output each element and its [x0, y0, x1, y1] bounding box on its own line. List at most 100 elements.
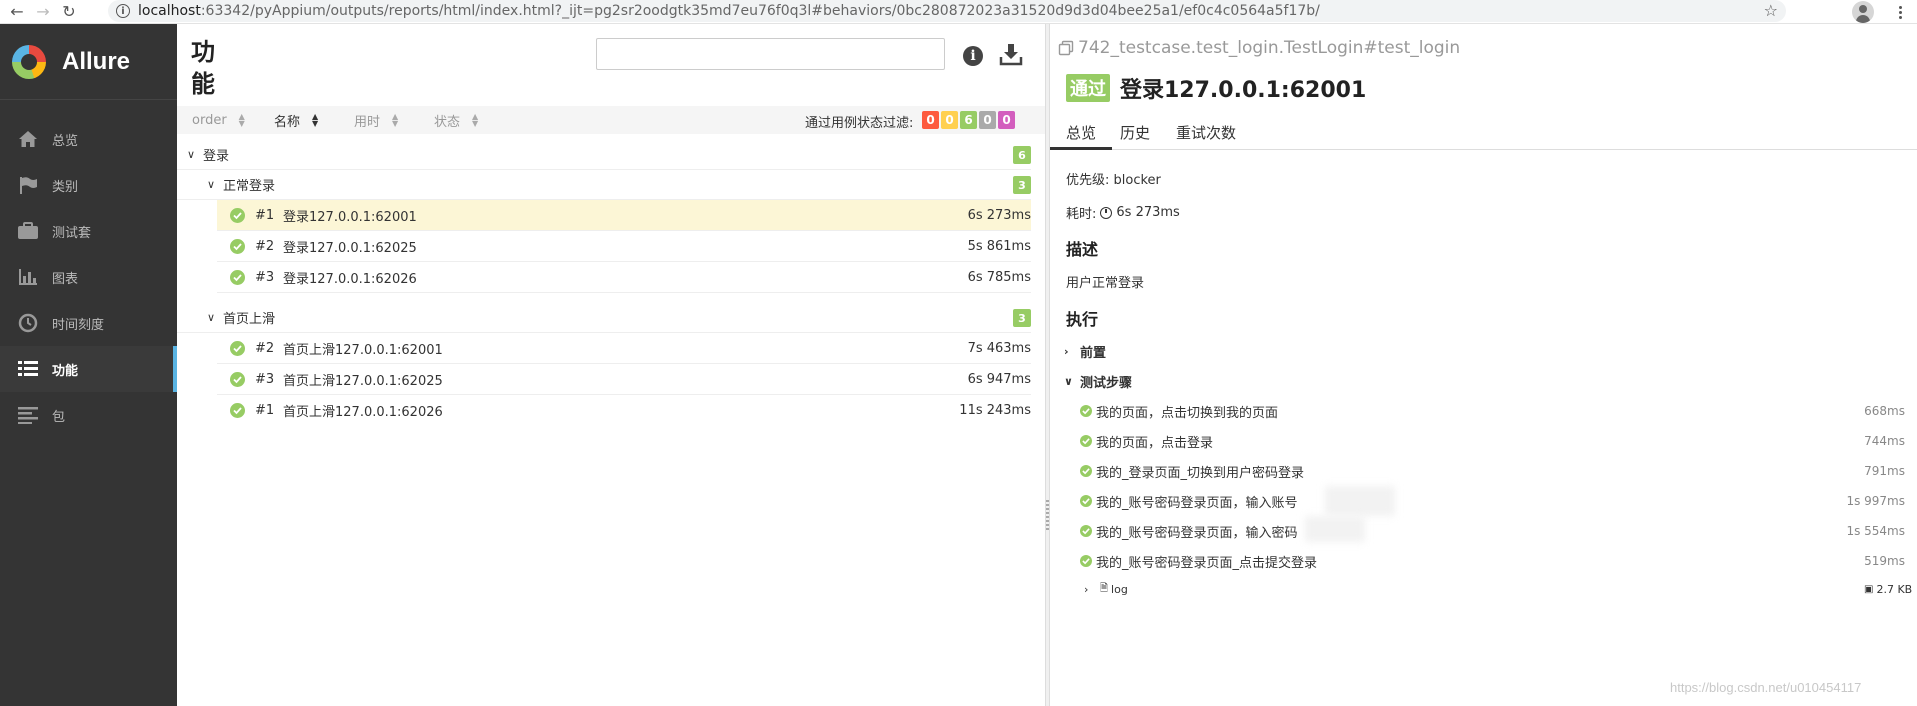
test-step-row[interactable]: 我的_账号密码登录页面_点击提交登录 519ms — [1080, 551, 1905, 571]
case-duration: 6s 273ms — [967, 207, 1031, 223]
detail-tabs: 总览 历史 重试次数 — [1050, 120, 1917, 150]
step-duration: 668ms — [1864, 404, 1905, 418]
sort-order[interactable]: order ▲ ▼ — [192, 113, 245, 128]
description-text: 用户正常登录 — [1066, 276, 1145, 291]
tree-group-home-swipe[interactable]: ∨ 首页上滑 3 — [177, 303, 1031, 333]
site-info-icon[interactable]: i — [116, 4, 130, 18]
test-case-row[interactable]: #1 登录127.0.0.1:62001 6s 273ms — [217, 200, 1031, 231]
passed-check-icon — [1080, 435, 1092, 447]
passed-check-icon — [230, 340, 245, 356]
search-input[interactable] — [596, 38, 945, 70]
passed-check-icon — [1080, 495, 1092, 507]
sidebar-item-packages[interactable]: 包 — [0, 392, 177, 438]
test-step-row[interactable]: 我的_登录页面_切换到用户密码登录 791ms — [1080, 461, 1905, 481]
tab-overview[interactable]: 总览 — [1050, 120, 1113, 150]
case-number: #3 — [255, 269, 275, 285]
status-badge: 通过 — [1066, 74, 1110, 102]
test-step-row[interactable]: 我的页面，点击登录 744ms — [1080, 431, 1905, 451]
browser-menu-icon[interactable] — [1890, 0, 1910, 24]
test-case-row[interactable]: #3 登录127.0.0.1:62026 6s 785ms — [217, 262, 1031, 293]
test-step-row[interactable]: 我的页面，点击切换到我的页面 668ms — [1080, 401, 1905, 421]
duration-value: 6s 273ms — [1116, 205, 1180, 220]
filter-failed-chip[interactable]: 0 — [922, 111, 939, 129]
sidebar-item-graphs[interactable]: 图表 — [0, 254, 177, 300]
step-name: 我的_账号密码登录页面_点击提交登录 — [1096, 555, 1318, 571]
steps-label: 测试步骤 — [1080, 376, 1133, 391]
download-icon[interactable] — [999, 42, 1023, 66]
test-step-row[interactable]: 我的_账号密码登录页面，输入账号 1s 997ms — [1080, 491, 1905, 511]
redaction-blur — [1325, 486, 1395, 516]
steps-section[interactable]: ∨ 测试步骤 — [1064, 372, 1132, 391]
case-duration: 6s 947ms — [967, 371, 1031, 387]
back-arrow-icon[interactable]: ← — [4, 0, 30, 24]
splitter-grip-icon[interactable] — [1046, 500, 1049, 530]
sidebar-item-timeline[interactable]: 时间刻度 — [0, 300, 177, 346]
severity-text: 优先级: blocker — [1066, 173, 1161, 188]
test-case-row[interactable]: #2 首页上滑127.0.0.1:62001 7s 463ms — [217, 333, 1031, 364]
chevron-down-icon: ∨ — [187, 148, 196, 161]
copy-icon[interactable] — [1058, 40, 1074, 56]
step-duration: 1s 997ms — [1846, 494, 1905, 508]
case-name: 首页上滑127.0.0.1:62025 — [283, 373, 443, 389]
address-bar[interactable]: i localhost:63342/pyAppium/outputs/repor… — [108, 0, 1786, 22]
description-heading: 描述 — [1066, 240, 1099, 259]
filter-skipped-chip[interactable]: 0 — [979, 111, 996, 129]
bookmark-star-icon[interactable]: ☆ — [1764, 1, 1778, 20]
filter-unknown-chip[interactable]: 0 — [998, 111, 1015, 129]
sidebar-item-label: 测试套 — [52, 225, 92, 241]
sidebar-item-suites[interactable]: 测试套 — [0, 208, 177, 254]
behaviors-tree: ∨ 登录 6 ∨ 正常登录 3 #1 登录127.0.0.1:62001 6s … — [177, 140, 1045, 426]
tab-history[interactable]: 历史 — [1112, 120, 1168, 149]
attachment-row[interactable]: › 🗎 log ▣ 2.7 KB ⤢ — [1084, 579, 1917, 599]
step-duration: 1s 554ms — [1846, 524, 1905, 538]
passed-check-icon — [1080, 555, 1092, 567]
sidebar-item-label: 类别 — [52, 179, 79, 195]
sidebar-item-label: 功能 — [52, 363, 79, 379]
sidebar-item-overview[interactable]: 总览 — [0, 116, 177, 162]
group-label: 正常登录 — [223, 179, 276, 194]
sidebar-item-label: 总览 — [52, 133, 79, 149]
step-duration: 744ms — [1864, 434, 1905, 448]
count-badge: 3 — [1013, 176, 1031, 194]
filter-broken-chip[interactable]: 0 — [941, 111, 958, 129]
tree-group-login[interactable]: ∨ 登录 6 — [177, 140, 1031, 170]
info-icon[interactable]: i — [963, 46, 983, 66]
group-label: 首页上滑 — [223, 312, 276, 327]
test-case-row[interactable]: #3 首页上滑127.0.0.1:62025 6s 947ms — [217, 364, 1031, 395]
url-host: localhost — [138, 3, 201, 19]
step-name: 我的页面，点击切换到我的页面 — [1096, 405, 1279, 421]
tab-retries[interactable]: 重试次数 — [1168, 120, 1244, 149]
chevron-right-icon: › — [1064, 345, 1069, 358]
watermark: https://blog.csdn.net/u010454117 — [1670, 680, 1862, 695]
forward-arrow-icon[interactable]: → — [30, 0, 56, 24]
test-case-row[interactable]: #2 登录127.0.0.1:62025 5s 861ms — [217, 231, 1031, 262]
case-number: #1 — [255, 207, 275, 223]
reload-icon[interactable]: ↻ — [56, 0, 82, 24]
tree-group-normal-login[interactable]: ∨ 正常登录 3 — [177, 170, 1031, 200]
briefcase-icon — [16, 221, 40, 241]
test-case-row[interactable]: #1 首页上滑127.0.0.1:62026 11s 243ms — [217, 395, 1031, 426]
profile-avatar-icon[interactable] — [1852, 1, 1874, 23]
browser-toolbar: ← → ↻ i localhost:63342/pyAppium/outputs… — [0, 0, 1917, 24]
behaviors-panel: 功能 i order ▲ ▼ 名称 ▲ ▼ 用时 ▲ ▼ 状态 ▲ ▼ 通过用例状态过滤… — [177, 24, 1045, 706]
execution-heading: 执行 — [1066, 310, 1099, 329]
sidebar-item-categories[interactable]: 类别 — [0, 162, 177, 208]
sort-name[interactable]: 名称 ▲ ▼ — [274, 111, 318, 130]
chevron-down-icon: ∨ — [1064, 375, 1073, 388]
test-title: 登录127.0.0.1:62001 — [1120, 78, 1367, 103]
case-name: 登录127.0.0.1:62026 — [283, 271, 417, 287]
test-step-row[interactable]: 我的_账号密码登录页面，输入密码 1s 554ms — [1080, 521, 1905, 541]
passed-check-icon — [1080, 465, 1092, 477]
passed-check-icon — [230, 238, 245, 254]
case-name: 登录127.0.0.1:62025 — [283, 240, 417, 256]
step-duration: 791ms — [1864, 464, 1905, 478]
test-detail-panel: 742_testcase.test_login.TestLogin#test_l… — [1050, 24, 1917, 706]
case-duration: 5s 861ms — [967, 238, 1031, 254]
filter-passed-chip[interactable]: 6 — [960, 111, 977, 129]
sort-duration[interactable]: 用时 ▲ ▼ — [354, 111, 398, 130]
sort-status[interactable]: 状态 ▲ ▼ — [434, 111, 478, 130]
setup-section[interactable]: › 前置 — [1064, 342, 1106, 361]
test-title-line: 通过 登录127.0.0.1:62001 — [1066, 72, 1366, 104]
brand[interactable]: Allure — [0, 24, 177, 100]
sidebar-item-behaviors[interactable]: 功能 — [0, 346, 177, 392]
